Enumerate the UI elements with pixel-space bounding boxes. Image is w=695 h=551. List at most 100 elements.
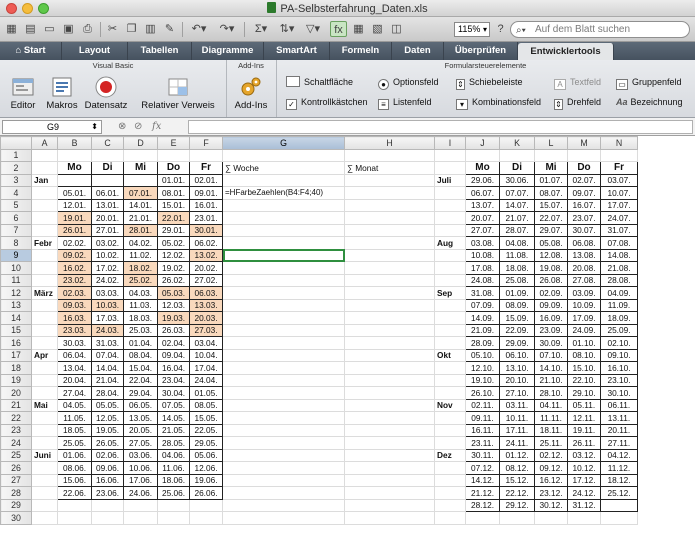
date-cell[interactable]: 16.09. xyxy=(534,311,568,325)
month-label[interactable] xyxy=(31,386,58,400)
date-cell[interactable]: 28.04. xyxy=(91,386,124,400)
cell[interactable] xyxy=(222,386,345,400)
date-cell[interactable]: 04.06. xyxy=(157,448,190,462)
date-cell[interactable]: 30.07. xyxy=(567,223,601,237)
date-cell[interactable]: 11.02. xyxy=(123,248,158,262)
cell[interactable] xyxy=(222,398,345,412)
date-cell[interactable]: 04.11. xyxy=(534,398,568,412)
row-header[interactable]: 19 xyxy=(0,373,32,387)
date-cell[interactable]: 30.04. xyxy=(157,386,190,400)
name-box[interactable]: G9 xyxy=(2,120,102,134)
makros-button[interactable]: Makros xyxy=(44,76,80,111)
month-label[interactable] xyxy=(434,473,466,487)
cell[interactable] xyxy=(31,498,58,512)
date-cell[interactable]: 02.06. xyxy=(91,448,124,462)
cell[interactable] xyxy=(344,323,435,337)
month-label[interactable] xyxy=(31,373,58,387)
date-cell[interactable]: 31.08. xyxy=(465,286,500,300)
date-cell[interactable]: 04.03. xyxy=(123,286,158,300)
date-cell[interactable]: 07.10. xyxy=(534,348,568,362)
date-cell[interactable]: 02.11. xyxy=(465,398,500,412)
cell[interactable] xyxy=(600,511,638,525)
date-cell[interactable]: 25.05. xyxy=(57,436,92,450)
cell[interactable] xyxy=(123,511,158,525)
month-label[interactable] xyxy=(434,436,466,450)
date-cell[interactable]: 14.05. xyxy=(157,411,190,425)
row-header[interactable]: 24 xyxy=(0,436,32,450)
date-cell[interactable]: 17.08. xyxy=(465,261,500,275)
date-cell[interactable]: 08.05. xyxy=(189,398,223,412)
scrollbar-control[interactable]: ⇕ Schiebeleiste xyxy=(456,76,523,90)
date-cell[interactable]: 31.03. xyxy=(91,336,124,350)
date-cell[interactable]: 01.07. xyxy=(534,173,568,187)
row-header[interactable]: 27 xyxy=(0,473,32,487)
date-cell[interactable]: 20.07. xyxy=(465,211,500,225)
cell[interactable] xyxy=(222,236,345,250)
date-cell[interactable]: 12.10. xyxy=(465,361,500,375)
date-cell[interactable] xyxy=(91,173,124,187)
date-cell[interactable]: 22.09. xyxy=(499,323,535,337)
date-cell[interactable]: 23.10. xyxy=(600,373,638,387)
date-cell[interactable]: 01.06. xyxy=(57,448,92,462)
selected-cell[interactable] xyxy=(222,248,345,262)
cell[interactable] xyxy=(31,148,58,162)
date-cell[interactable]: 16.03. xyxy=(57,311,92,325)
date-cell[interactable]: 02.02. xyxy=(57,236,92,250)
date-cell[interactable]: 23.06. xyxy=(91,486,124,500)
cell[interactable] xyxy=(344,298,435,312)
date-cell[interactable]: 24.02. xyxy=(91,273,124,287)
date-cell[interactable]: 03.03. xyxy=(91,286,124,300)
date-cell[interactable]: 27.07. xyxy=(465,223,500,237)
date-cell[interactable]: 31.07. xyxy=(600,223,638,237)
date-cell[interactable]: 12.03. xyxy=(157,298,190,312)
date-cell[interactable]: 11.03. xyxy=(123,298,158,312)
date-cell[interactable]: 07.04. xyxy=(91,348,124,362)
date-cell[interactable]: 09.04. xyxy=(157,348,190,362)
cell[interactable] xyxy=(222,223,345,237)
tab-layout[interactable]: Layout xyxy=(62,42,128,60)
date-cell[interactable]: 08.12. xyxy=(499,461,535,475)
month-label[interactable] xyxy=(31,298,58,312)
date-cell[interactable]: 25.08. xyxy=(499,273,535,287)
month-label[interactable] xyxy=(31,336,58,350)
date-cell[interactable]: 24.04. xyxy=(189,373,223,387)
date-cell[interactable]: 10.09. xyxy=(567,298,601,312)
column-header-e[interactable]: E xyxy=(157,136,190,150)
date-cell[interactable]: 09.01. xyxy=(189,186,223,200)
row-header[interactable]: 10 xyxy=(0,261,32,275)
tab-ueberpruefen[interactable]: Überprüfen xyxy=(444,42,518,60)
cell[interactable] xyxy=(344,386,435,400)
date-cell[interactable]: 17.11. xyxy=(499,423,535,437)
date-cell[interactable]: 18.09. xyxy=(600,311,638,325)
cell[interactable] xyxy=(465,511,500,525)
date-cell[interactable]: 08.10. xyxy=(567,348,601,362)
date-cell[interactable]: 16.02. xyxy=(57,261,92,275)
day-header[interactable]: Mi xyxy=(534,161,568,175)
row-header[interactable]: 14 xyxy=(0,311,32,325)
date-cell[interactable]: 26.11. xyxy=(567,436,601,450)
date-cell[interactable]: 17.04. xyxy=(189,361,223,375)
row-header[interactable]: 23 xyxy=(0,423,32,437)
format-painter-icon[interactable]: ✎ xyxy=(161,21,178,37)
month-label[interactable] xyxy=(31,261,58,275)
date-cell[interactable]: 30.01. xyxy=(189,223,223,237)
date-cell[interactable]: 17.02. xyxy=(91,261,124,275)
row-header[interactable]: 16 xyxy=(0,336,32,350)
filter-icon[interactable]: ▽▾ xyxy=(300,21,326,37)
month-label[interactable] xyxy=(434,311,466,325)
date-cell[interactable]: 29.07. xyxy=(534,223,568,237)
month-label[interactable] xyxy=(31,323,58,337)
date-cell[interactable]: 16.04. xyxy=(157,361,190,375)
column-header-c[interactable]: C xyxy=(91,136,124,150)
date-cell[interactable]: 13.05. xyxy=(123,411,158,425)
textbox-control[interactable]: A Textfeld xyxy=(554,76,601,90)
formula-input[interactable] xyxy=(188,120,693,134)
date-cell[interactable]: 14.08. xyxy=(600,248,638,262)
toolbox-icon[interactable]: ▧ xyxy=(369,21,386,37)
cell[interactable] xyxy=(222,323,345,337)
date-cell[interactable]: 10.11. xyxy=(499,411,535,425)
date-cell[interactable]: 26.03. xyxy=(157,323,190,337)
date-cell[interactable]: 05.10. xyxy=(465,348,500,362)
date-cell[interactable]: 07.12. xyxy=(465,461,500,475)
date-cell[interactable]: 24.11. xyxy=(499,436,535,450)
